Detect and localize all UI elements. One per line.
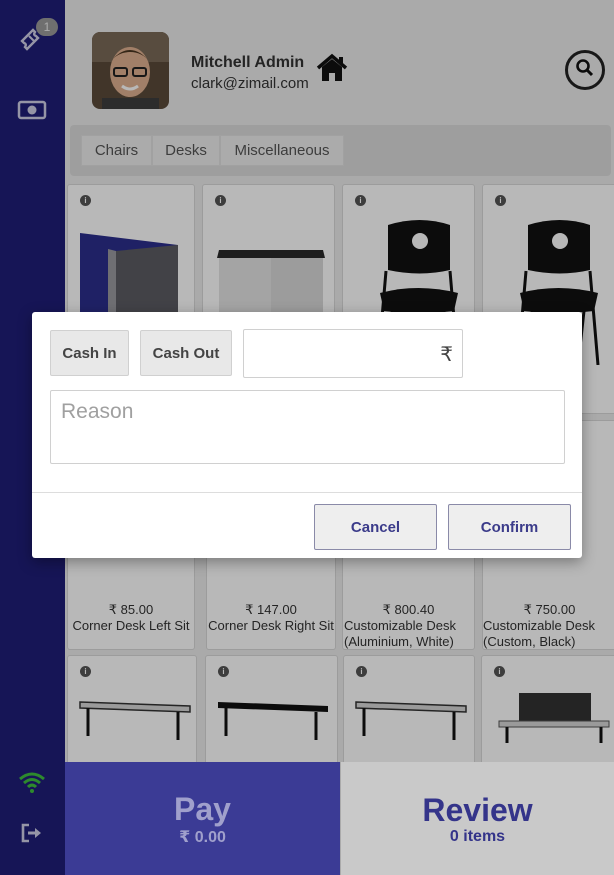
pay-label: Pay (174, 790, 231, 827)
confirm-button[interactable]: Confirm (448, 504, 571, 550)
reason-field[interactable] (50, 390, 565, 464)
modal-divider (32, 492, 582, 493)
cash-in-button[interactable]: Cash In (50, 330, 129, 376)
cash-out-button[interactable]: Cash Out (140, 330, 232, 376)
pay-button[interactable]: Pay ₹ 0.00 (65, 762, 340, 875)
review-count: 0 items (449, 827, 506, 845)
amount-input[interactable]: ₹ (243, 329, 463, 378)
currency-symbol: ₹ (440, 344, 453, 366)
pay-amount: ₹ 0.00 (179, 828, 226, 846)
cash-in-out-dialog: Cash In Cash Out ₹ Cancel Confirm (32, 312, 582, 558)
review-label: Review (422, 791, 533, 828)
cancel-button[interactable]: Cancel (314, 504, 437, 550)
review-button[interactable]: Review 0 items (341, 762, 614, 875)
